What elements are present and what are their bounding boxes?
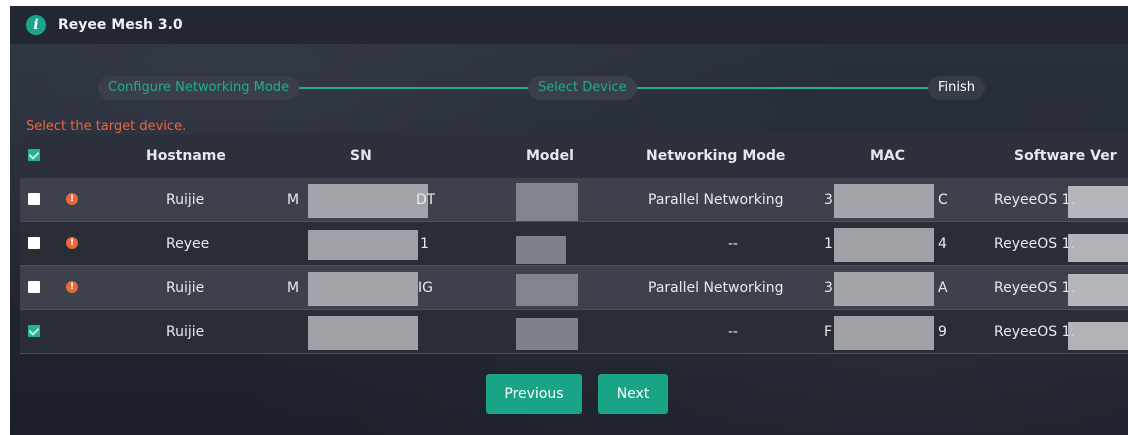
info-icon: i <box>26 15 46 35</box>
warning-icon: ! <box>66 281 78 293</box>
column-header-model: Model <box>526 148 574 164</box>
row-checkbox[interactable] <box>28 193 40 205</box>
select-all-checkbox[interactable] <box>28 149 40 161</box>
mac-suffix: A <box>938 279 948 296</box>
warning-icon: ! <box>66 237 78 249</box>
step-select-device: Select Device <box>528 76 637 100</box>
row-checkbox[interactable] <box>28 281 40 293</box>
setup-window: i Reyee Mesh 3.0 Configure Networking Mo… <box>10 6 1128 435</box>
warning-icon: ! <box>66 193 78 205</box>
redacted-software <box>1068 274 1128 306</box>
column-header-hostname: Hostname <box>146 148 226 164</box>
sn-prefix: M <box>287 279 300 296</box>
mac-suffix: 4 <box>938 235 947 252</box>
mac-prefix: F <box>824 323 833 340</box>
software-ver-cell: ReyeeOS 1. <box>994 323 1075 340</box>
sn-suffix: 1 <box>420 235 429 252</box>
redacted-mac <box>834 228 934 262</box>
select-device-prompt: Select the target device. <box>26 119 187 134</box>
mac-prefix: 3 <box>824 191 833 208</box>
next-button[interactable]: Next <box>598 374 668 414</box>
column-header-sn: SN <box>350 148 372 164</box>
column-header-software-ver: Software Ver <box>1014 148 1117 164</box>
sn-suffix: DT <box>416 191 436 208</box>
redacted-model <box>516 318 578 350</box>
software-ver-cell: ReyeeOS 1. <box>994 191 1075 208</box>
redacted-mac <box>834 184 934 218</box>
hostname-cell: Ruijie <box>166 323 205 340</box>
previous-button[interactable]: Previous <box>486 374 582 414</box>
row-checkbox[interactable] <box>28 325 40 337</box>
redacted-software <box>1068 234 1128 262</box>
redacted-sn <box>308 230 418 260</box>
networking-mode-cell: -- <box>728 323 739 340</box>
row-checkbox[interactable] <box>28 237 40 249</box>
redacted-mac <box>834 316 934 350</box>
column-header-mac: MAC <box>870 148 906 164</box>
redacted-mac <box>834 272 934 306</box>
networking-mode-cell: Parallel Networking <box>648 191 784 208</box>
redacted-software <box>1068 186 1128 218</box>
table-row[interactable]: ! Reyee 1 -- 1 4 ReyeeOS 1. <box>20 222 1128 266</box>
hostname-cell: Ruijie <box>166 191 205 208</box>
mac-suffix: C <box>938 191 948 208</box>
step-connector <box>628 87 938 89</box>
title-bar: i Reyee Mesh 3.0 <box>10 6 1128 44</box>
step-finish: Finish <box>928 76 986 100</box>
networking-mode-cell: Parallel Networking <box>648 279 784 296</box>
mac-prefix: 1 <box>824 235 833 252</box>
mac-suffix: 9 <box>938 323 947 340</box>
step-connector <box>293 87 533 89</box>
mac-prefix: 3 <box>824 279 833 296</box>
software-ver-cell: ReyeeOS 1. <box>994 235 1075 252</box>
redacted-sn <box>308 316 418 350</box>
sn-prefix: M <box>287 191 300 208</box>
redacted-sn <box>308 184 428 218</box>
column-header-networking-mode: Networking Mode <box>646 148 786 164</box>
step-configure-networking-mode: Configure Networking Mode <box>98 76 300 100</box>
app-title: Reyee Mesh 3.0 <box>58 17 183 33</box>
table-row[interactable]: ! Ruijie M IG Parallel Networking 3 A Re… <box>20 266 1128 310</box>
redacted-model <box>516 274 578 306</box>
table-row[interactable]: ! Ruijie M DT Parallel Networking 3 C Re… <box>20 178 1128 222</box>
hostname-cell: Ruijie <box>166 279 205 296</box>
redacted-software <box>1068 322 1128 350</box>
device-table: Hostname SN Model Networking Mode MAC So… <box>20 134 1128 354</box>
software-ver-cell: ReyeeOS 1. <box>994 279 1075 296</box>
networking-mode-cell: -- <box>728 235 739 252</box>
table-row[interactable]: Ruijie -- F 9 ReyeeOS 1. <box>20 310 1128 354</box>
table-header: Hostname SN Model Networking Mode MAC So… <box>20 134 1128 178</box>
progress-steps: Configure Networking Mode Select Device … <box>88 76 998 100</box>
redacted-model <box>516 183 578 221</box>
sn-suffix: IG <box>418 279 433 296</box>
redacted-model <box>516 236 566 264</box>
redacted-sn <box>308 272 418 306</box>
hostname-cell: Reyee <box>166 235 210 252</box>
